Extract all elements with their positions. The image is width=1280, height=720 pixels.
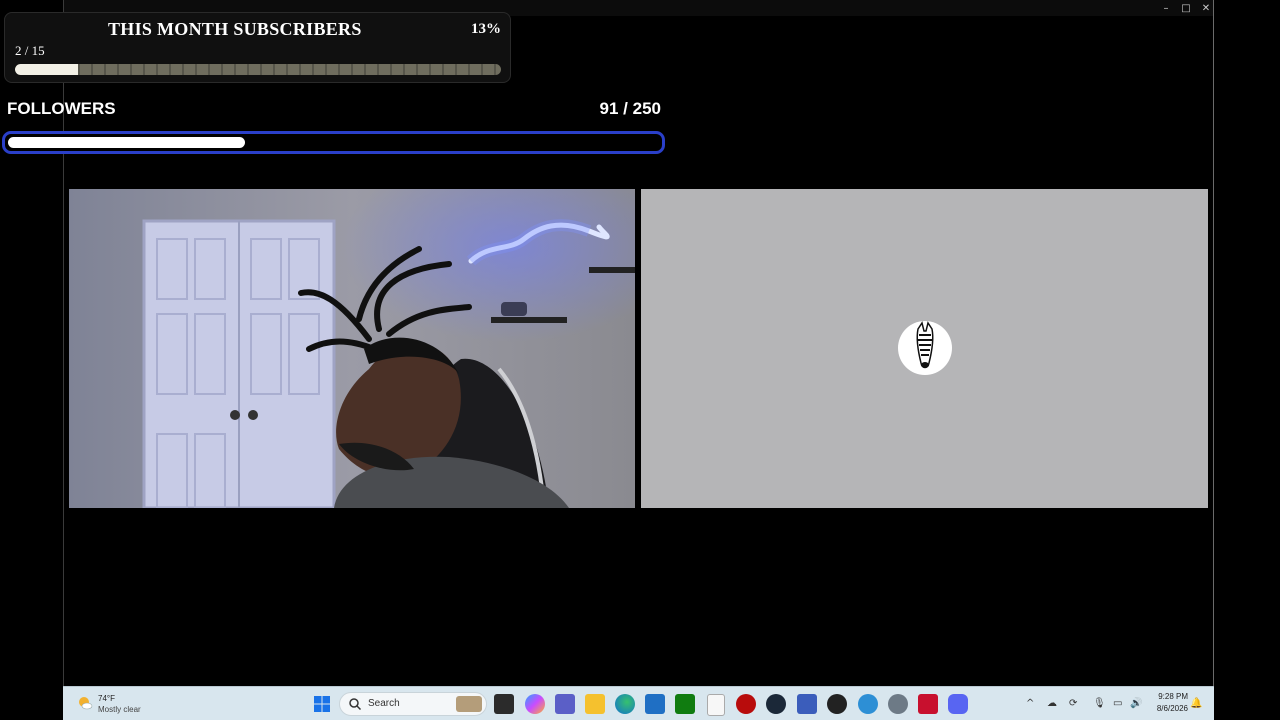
mcafee-icon[interactable] bbox=[918, 694, 938, 714]
guest-video-placeholder bbox=[641, 189, 1208, 508]
network-icon[interactable]: ▭ bbox=[1113, 698, 1122, 710]
store-icon[interactable] bbox=[645, 694, 665, 714]
followers-goal-label: FOLLOWERS bbox=[7, 99, 116, 118]
weather-temperature[interactable]: 74°F bbox=[98, 694, 115, 703]
subscribers-goal-title: THIS MONTH SUBSCRIBERS bbox=[108, 19, 362, 39]
taskbar: 74°F Mostly clear Search ^ ☁ ⟳ 🎙 ▭ 🔊 9:2… bbox=[63, 686, 1214, 720]
subscribers-progress-fill bbox=[15, 64, 79, 75]
zebra-avatar-icon bbox=[898, 321, 952, 375]
subscribers-goal-percent: 13% bbox=[471, 21, 501, 37]
webcam-video bbox=[69, 189, 635, 508]
remote-icon[interactable] bbox=[797, 694, 817, 714]
feedback-icon[interactable] bbox=[858, 694, 878, 714]
file-explorer-icon[interactable] bbox=[585, 694, 605, 714]
steam-icon[interactable] bbox=[766, 694, 786, 714]
task-view-icon[interactable] bbox=[494, 694, 514, 714]
xbox-icon[interactable] bbox=[675, 694, 695, 714]
notepad-icon[interactable] bbox=[707, 694, 725, 716]
notification-bell-icon[interactable]: 🔔 bbox=[1190, 698, 1202, 710]
record-icon[interactable] bbox=[736, 694, 756, 714]
onedrive-icon[interactable]: ☁ bbox=[1047, 698, 1057, 710]
edge-icon[interactable] bbox=[615, 694, 635, 714]
subscribers-goal-count: 2 / 15 bbox=[15, 43, 45, 58]
search-icon bbox=[348, 697, 362, 716]
maximize-button[interactable]: □ bbox=[1176, 2, 1196, 15]
windows-start-icon[interactable] bbox=[312, 694, 332, 714]
followers-progress-bar bbox=[2, 131, 665, 154]
microphone-icon[interactable]: 🎙 bbox=[1093, 698, 1106, 710]
settings-icon[interactable] bbox=[888, 694, 908, 714]
followers-goal-count: 91 / 250 bbox=[599, 99, 661, 118]
close-button[interactable]: ✕ bbox=[1196, 2, 1216, 15]
taskbar-search-box[interactable]: Search bbox=[339, 692, 487, 716]
clock-time[interactable]: 9:28 PM bbox=[1148, 692, 1188, 701]
minimize-button[interactable]: – bbox=[1156, 2, 1176, 15]
sync-icon[interactable]: ⟳ bbox=[1069, 698, 1077, 710]
volume-icon[interactable]: 🔊 bbox=[1130, 698, 1142, 710]
copilot-icon[interactable] bbox=[525, 694, 545, 714]
subscribers-progress-bar bbox=[15, 64, 501, 75]
chevron-up-icon[interactable]: ^ bbox=[1026, 698, 1034, 710]
obs-icon[interactable] bbox=[827, 694, 847, 714]
widgets-icon bbox=[456, 696, 482, 712]
clock-date[interactable]: 8/6/2026 bbox=[1143, 704, 1188, 713]
search-placeholder: Search bbox=[368, 698, 400, 709]
discord-icon[interactable] bbox=[948, 694, 968, 714]
weather-description[interactable]: Mostly clear bbox=[98, 705, 141, 714]
teams-icon[interactable] bbox=[555, 694, 575, 714]
moon-cloud-icon[interactable] bbox=[77, 695, 93, 711]
followers-progress-fill bbox=[8, 137, 245, 148]
